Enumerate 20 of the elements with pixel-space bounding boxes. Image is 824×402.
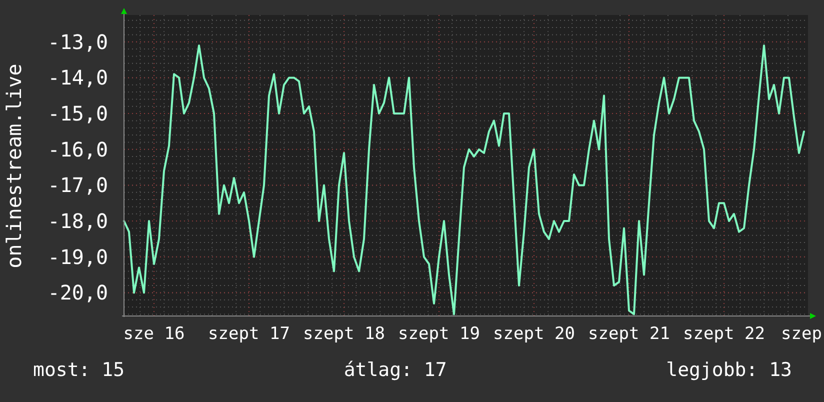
y-tick-label: -16,0 xyxy=(48,137,108,162)
x-tick-label: szept 19 xyxy=(398,324,480,344)
y-tick-label: -14,0 xyxy=(48,66,108,90)
summary-stat: most: 15 xyxy=(33,359,125,381)
summary-stat: legjobb: 13 xyxy=(666,359,792,381)
x-tick-label: szept 22 xyxy=(683,324,765,344)
x-tick-label: szep xyxy=(781,324,822,344)
x-tick-label: szept 18 xyxy=(303,324,385,344)
x-tick-label: szept 21 xyxy=(588,324,670,344)
y-tick-label: -17,0 xyxy=(48,173,108,198)
x-tick-label: szept 20 xyxy=(493,324,575,344)
y-axis-title: onlinestream.live xyxy=(2,64,26,268)
y-tick-label: -20,0 xyxy=(48,280,108,305)
y-tick-label: -15,0 xyxy=(48,102,108,126)
x-tick-label: szept 17 xyxy=(208,324,290,344)
summary-stat: átlag: 17 xyxy=(344,359,447,381)
x-tick-label: sze 16 xyxy=(123,324,185,344)
y-tick-label: -13,0 xyxy=(48,30,108,54)
y-tick-label: -18,0 xyxy=(48,209,108,234)
y-tick-label: -19,0 xyxy=(48,244,108,269)
